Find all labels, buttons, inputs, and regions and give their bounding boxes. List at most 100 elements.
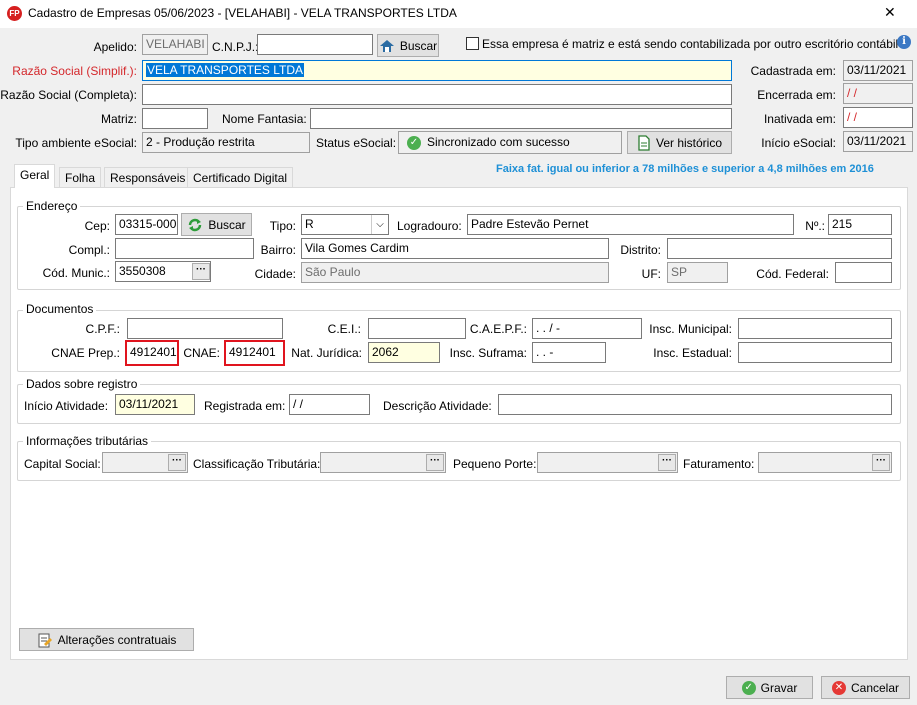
cnpj-buscar-label: Buscar: [399, 38, 438, 53]
title-bar: FP Cadastro de Empresas 05/06/2023 - [VE…: [0, 0, 917, 28]
cancel-circle-icon: ✕: [831, 680, 846, 695]
cnae-prep-field[interactable]: 4912401: [125, 340, 179, 366]
apelido-label: Apelido:: [93, 40, 137, 54]
ver-historico-button[interactable]: Ver histórico: [627, 131, 732, 154]
encerrada-field: / /: [843, 83, 913, 104]
bairro-label: Bairro:: [260, 243, 296, 257]
inativada-field[interactable]: / /: [843, 107, 913, 128]
cod-munic-label: Cód. Munic.:: [42, 266, 110, 280]
info-icon[interactable]: i: [897, 35, 911, 49]
insc-municipal-label: Insc. Municipal:: [649, 322, 732, 336]
descricao-atividade-label: Descrição Atividade:: [383, 399, 492, 413]
alteracoes-contratuais-button[interactable]: Alterações contratuais: [19, 628, 194, 651]
cidade-label: Cidade:: [254, 267, 296, 281]
razao-compl-field[interactable]: [142, 84, 732, 105]
status-esocial-value: Sincronizado com sucesso: [427, 135, 570, 149]
distrito-field[interactable]: [667, 238, 892, 259]
tab-geral[interactable]: Geral: [14, 164, 56, 188]
uf-field: SP: [667, 262, 728, 283]
compl-field[interactable]: [115, 238, 254, 259]
numero-field[interactable]: 215: [828, 214, 892, 235]
insc-estadual-field[interactable]: [738, 342, 892, 363]
matriz-field[interactable]: [142, 108, 208, 129]
cod-munic-value: 3550308: [119, 264, 166, 278]
caepf-field[interactable]: . . / -: [532, 318, 642, 339]
chevron-down-icon[interactable]: ⌵: [371, 215, 388, 234]
registrada-label: Registrada em:: [204, 399, 286, 413]
cod-federal-field[interactable]: [835, 262, 892, 283]
close-icon[interactable]: ✕: [884, 4, 896, 21]
tipo-label: Tipo:: [269, 219, 296, 233]
faturamento-label: Faturamento:: [683, 457, 755, 471]
refresh-icon: [189, 218, 202, 231]
nat-juridica-field[interactable]: 2062: [368, 342, 440, 363]
capital-social-lookup-button[interactable]: ···: [168, 454, 186, 471]
window-title: Cadastro de Empresas 05/06/2023 - [VELAH…: [28, 6, 457, 20]
faixa-text: Faixa fat. igual ou inferior a 78 milhõe…: [496, 163, 874, 175]
cadastrada-label: Cadastrada em:: [750, 64, 836, 78]
matriz-checkbox[interactable]: [466, 37, 479, 50]
insc-suframa-label: Insc. Suframa:: [449, 346, 527, 360]
nome-fantasia-label: Nome Fantasia:: [222, 112, 307, 126]
razao-compl-label: Razão Social (Completa):: [0, 88, 137, 102]
cod-munic-lookup-button[interactable]: ···: [192, 263, 210, 280]
cnae-prep-label: CNAE Prep.:: [51, 346, 120, 360]
pequeno-porte-lookup-button[interactable]: ···: [658, 454, 676, 471]
cpf-field[interactable]: [127, 318, 283, 339]
encerrada-label: Encerrada em:: [757, 88, 836, 102]
caepf-label: C.A.E.P.F.:: [469, 322, 527, 336]
descricao-atividade-field[interactable]: [498, 394, 892, 415]
document-edit-icon: [38, 633, 52, 647]
check-circle-icon: ✓: [407, 135, 421, 150]
tributarias-title: Informações tributárias: [23, 434, 152, 448]
registro-title: Dados sobre registro: [23, 377, 141, 391]
tab-responsaveis[interactable]: Responsáveis: [104, 167, 192, 188]
inicio-atividade-field[interactable]: 03/11/2021: [115, 394, 195, 415]
cnpj-label: C.N.P.J.:: [212, 40, 259, 54]
inicio-esocial-field: 03/11/2021: [843, 131, 913, 152]
matriz-checkbox-label: Essa empresa é matriz e está sendo conta…: [482, 37, 899, 51]
cnpj-field[interactable]: [257, 34, 373, 55]
alteracoes-contratuais-label: Alterações contratuais: [57, 632, 177, 647]
cancelar-button[interactable]: ✕ Cancelar: [821, 676, 910, 699]
razao-simpl-field[interactable]: VELA TRANSPORTES LTDA: [142, 60, 732, 81]
compl-label: Compl.:: [68, 243, 110, 257]
tab-certificado-digital[interactable]: Certificado Digital: [187, 167, 294, 188]
insc-municipal-field[interactable]: [738, 318, 892, 339]
inativada-label: Inativada em:: [763, 112, 836, 126]
insc-suframa-field[interactable]: . . -: [532, 342, 606, 363]
cep-label: Cep:: [84, 219, 110, 233]
cancelar-label: Cancelar: [850, 680, 900, 695]
cnpj-buscar-button[interactable]: Buscar: [377, 34, 439, 57]
classificacao-lookup-button[interactable]: ···: [426, 454, 444, 471]
cep-field[interactable]: 03315-000: [115, 214, 178, 235]
app-logo: FP: [7, 6, 22, 21]
nome-fantasia-field[interactable]: [310, 108, 732, 129]
document-icon: [638, 134, 650, 151]
cnae-field[interactable]: 4912401: [224, 340, 285, 366]
nat-juridica-label: Nat. Jurídica:: [291, 346, 362, 360]
cei-field[interactable]: [368, 318, 466, 339]
cadastrada-field: 03/11/2021: [843, 60, 913, 81]
logradouro-field[interactable]: Padre Estevão Pernet: [467, 214, 794, 235]
razao-simpl-label: Razão Social (Simplif.):: [12, 64, 137, 78]
gravar-button[interactable]: ✓ Gravar: [726, 676, 813, 699]
apelido-field[interactable]: VELAHABI: [142, 34, 208, 55]
matriz-label: Matriz:: [101, 112, 137, 126]
cidade-field: São Paulo: [301, 262, 609, 283]
tipo-select[interactable]: R ⌵: [301, 214, 389, 235]
cod-federal-label: Cód. Federal:: [756, 267, 829, 281]
inicio-atividade-label: Início Atividade:: [24, 399, 109, 413]
cep-buscar-button[interactable]: Buscar: [181, 213, 252, 236]
registrada-field[interactable]: / /: [289, 394, 370, 415]
numero-label: Nº.:: [805, 219, 825, 233]
tipo-value: R: [305, 217, 314, 231]
bairro-field[interactable]: Vila Gomes Cardim: [301, 238, 609, 259]
receita-icon: [379, 39, 394, 52]
cep-buscar-label: Buscar: [208, 217, 246, 232]
logradouro-label: Logradouro:: [397, 219, 462, 233]
faturamento-lookup-button[interactable]: ···: [872, 454, 890, 471]
tab-folha[interactable]: Folha: [59, 167, 102, 188]
insc-estadual-label: Insc. Estadual:: [653, 346, 732, 360]
status-esocial-field: ✓ Sincronizado com sucesso: [398, 131, 622, 154]
